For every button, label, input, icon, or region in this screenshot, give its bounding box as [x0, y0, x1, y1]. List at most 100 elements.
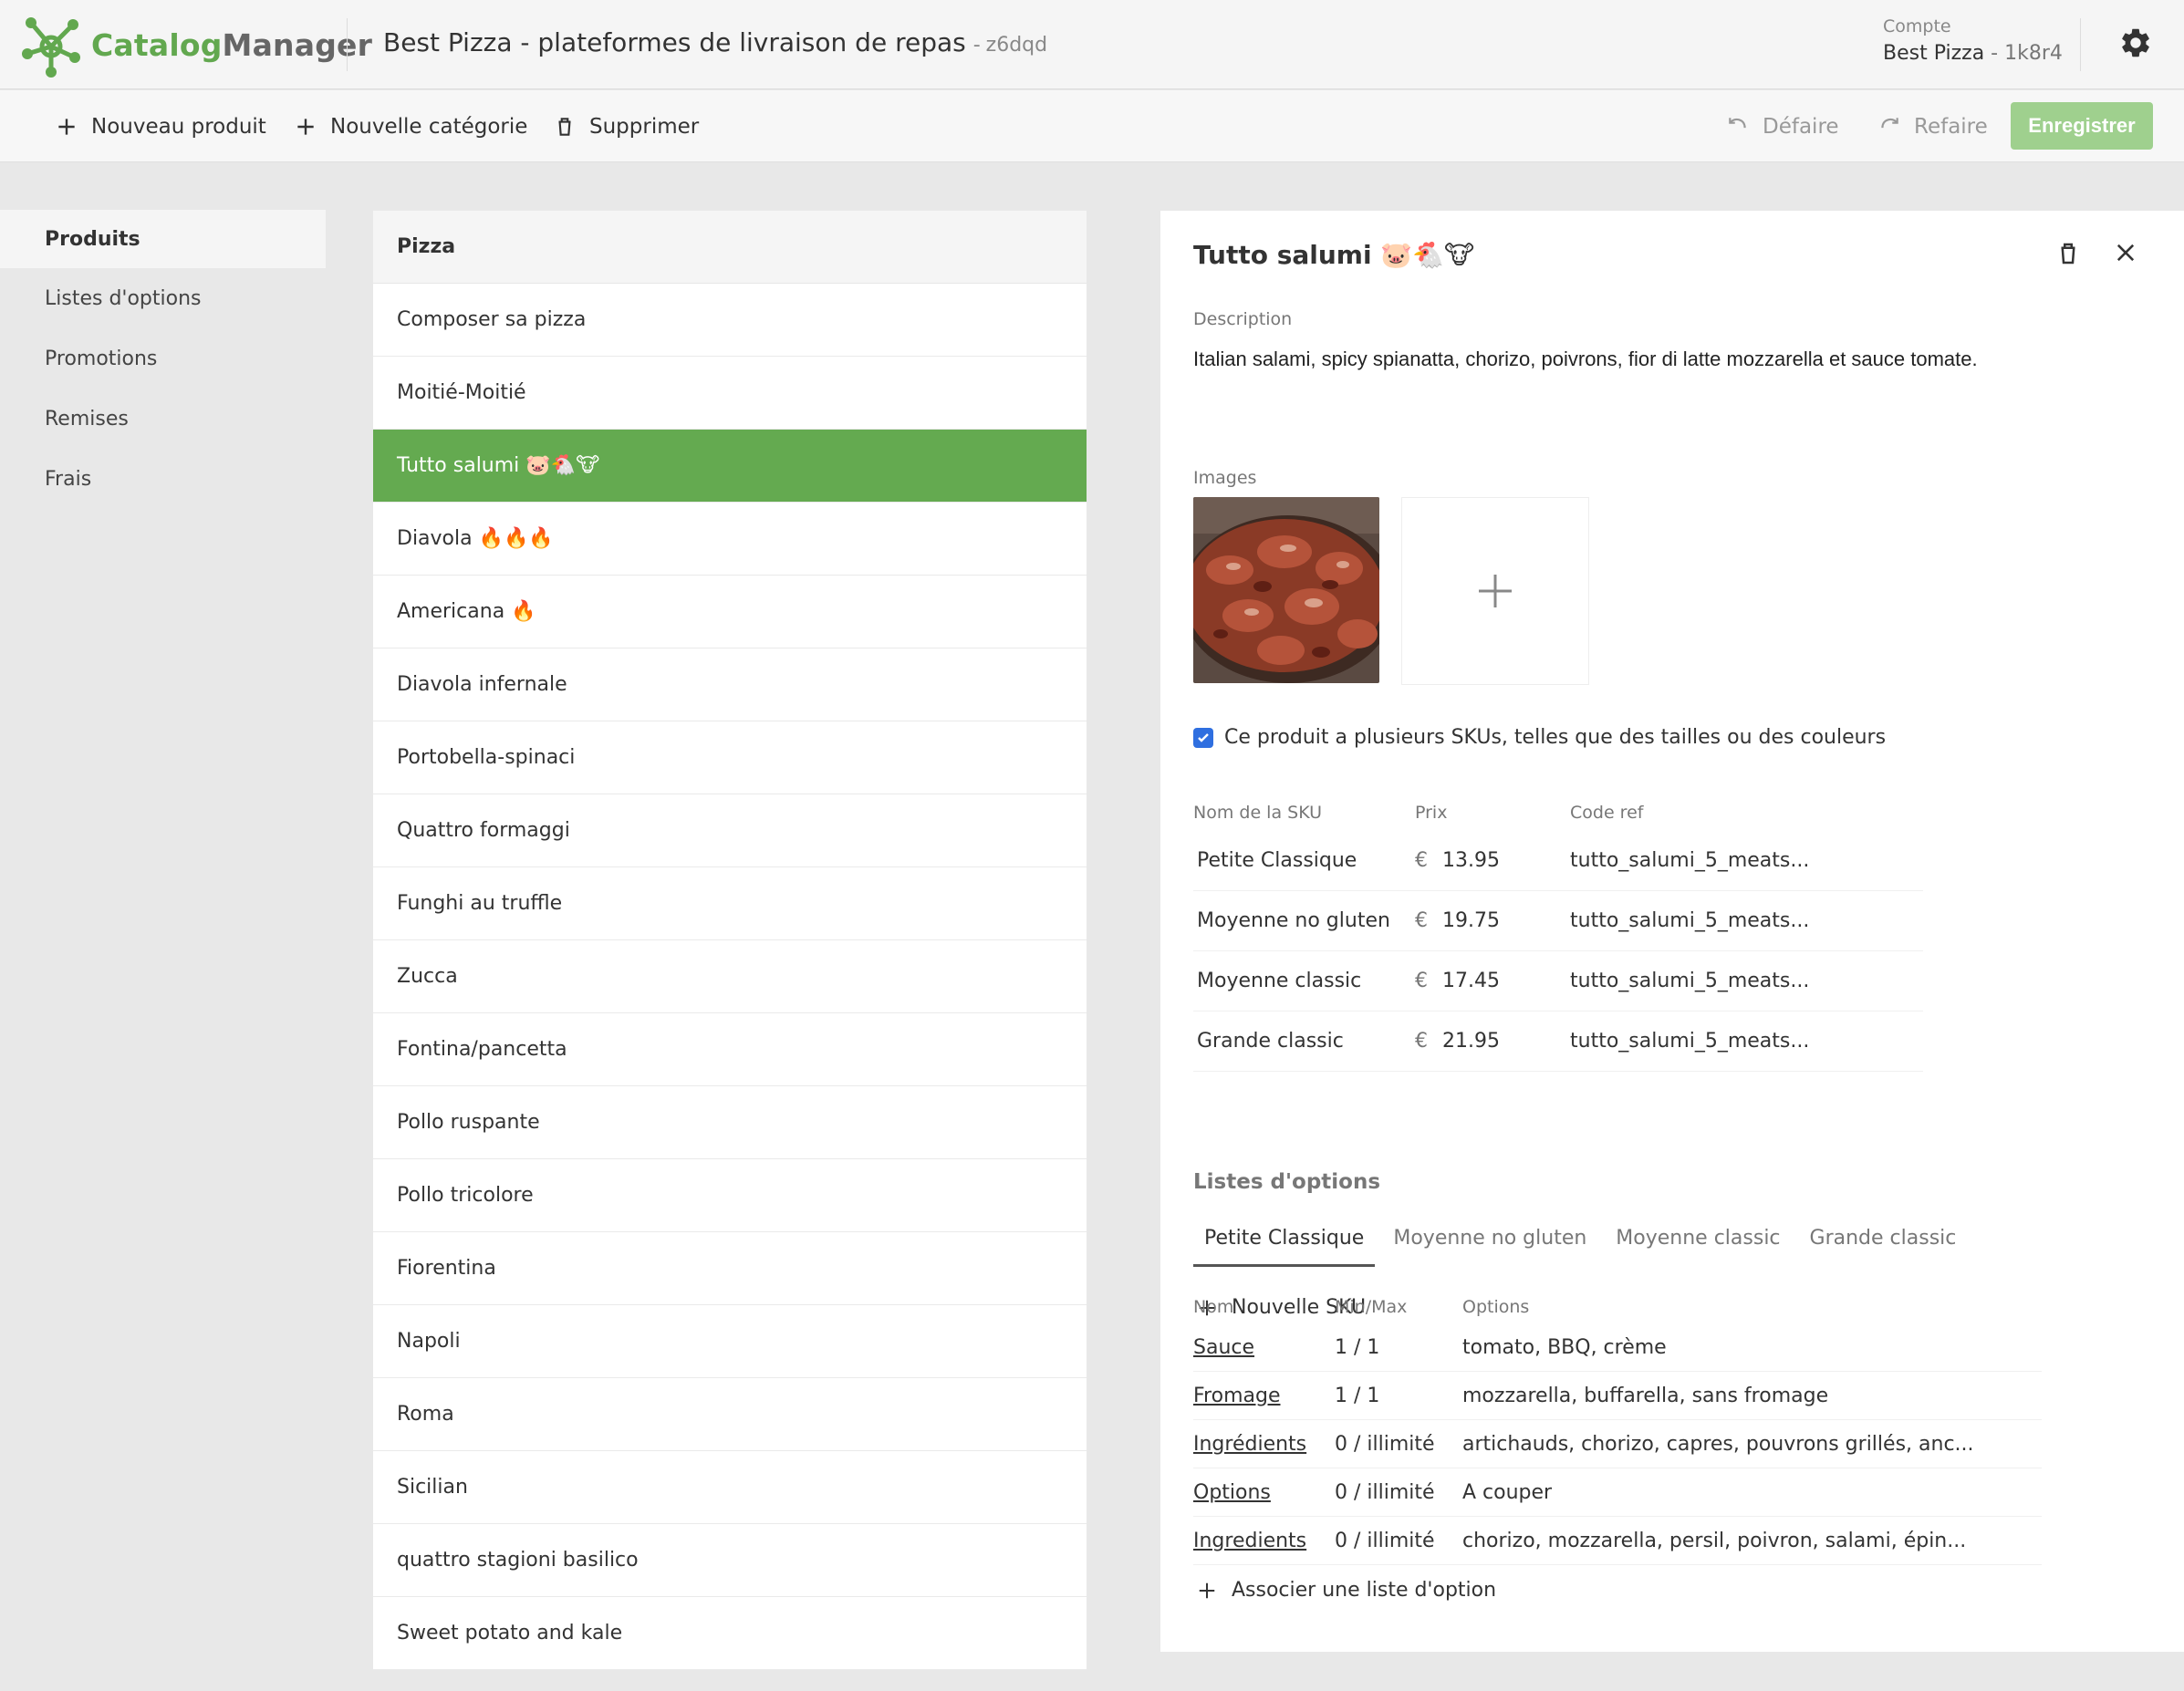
delete-label: Supprimer — [589, 114, 700, 139]
undo-label: Défaire — [1763, 114, 1839, 139]
product-item[interactable]: Napoli — [373, 1305, 1087, 1378]
product-item-selected[interactable]: Tutto salumi 🐷🐔🐮 — [373, 430, 1087, 503]
sidebar-item-fees[interactable]: Frais — [0, 449, 326, 509]
associate-option-list-label: Associer une liste d'option — [1232, 1579, 1497, 1602]
product-item[interactable]: Fiorentina — [373, 1232, 1087, 1305]
option-minmax: 0 / illimité — [1335, 1529, 1435, 1552]
product-item[interactable]: Zucca — [373, 940, 1087, 1013]
product-item[interactable]: quattro stagioni basilico — [373, 1524, 1087, 1597]
option-values: mozzarella, buffarella, sans fromage — [1462, 1384, 1829, 1407]
app-header: CatalogManager Best Pizza - plateformes … — [0, 0, 2184, 89]
option-lists-table: Nom Min/Max Options Sauce 1 / 1 tomato, … — [1193, 1291, 2042, 1565]
checkbox-checked-icon — [1193, 727, 1213, 748]
redo-label: Refaire — [1914, 114, 1988, 139]
save-button[interactable]: Enregistrer — [2011, 102, 2153, 150]
sku-ref-field[interactable]: tutto_salumi_5_meats... — [1570, 849, 1917, 872]
new-category-button[interactable]: Nouvelle catégorie — [294, 90, 527, 162]
product-item[interactable]: Fontina/pancetta — [373, 1013, 1087, 1086]
sku-table: Nom de la SKU Prix Code ref Petite Class… — [1193, 794, 1923, 1072]
currency-symbol: € — [1415, 909, 1428, 932]
sku-name-field[interactable]: Moyenne no gluten — [1193, 909, 1415, 932]
description-field[interactable]: Italian salami, spicy spianatta, chorizo… — [1193, 348, 1978, 371]
tab-moyenne-classic[interactable]: Moyenne classic — [1605, 1223, 1791, 1267]
sidebar-item-discounts[interactable]: Remises — [0, 389, 326, 449]
sku-table-header: Nom de la SKU Prix Code ref — [1193, 794, 1923, 831]
sku-name-field[interactable]: Grande classic — [1193, 1030, 1415, 1053]
product-item[interactable]: Diavola infernale — [373, 648, 1087, 721]
currency-symbol: € — [1415, 849, 1428, 872]
option-list-link[interactable]: Ingrédients — [1193, 1433, 1306, 1456]
sku-price-field[interactable]: €17.45 — [1415, 970, 1570, 992]
option-tabs: Petite Classique Moyenne no gluten Moyen… — [1193, 1223, 1974, 1267]
option-minmax-header: Min/Max — [1335, 1297, 1408, 1317]
currency-symbol: € — [1415, 970, 1428, 992]
plus-icon — [1479, 575, 1512, 607]
sidebar-item-promotions[interactable]: Promotions — [0, 328, 326, 389]
sku-ref-field[interactable]: tutto_salumi_5_meats... — [1570, 1030, 1917, 1053]
product-item[interactable]: Sicilian — [373, 1451, 1087, 1524]
account-switcher[interactable]: Compte Best Pizza - 1k8r4 — [1883, 16, 2063, 65]
trash-icon[interactable] — [2054, 238, 2082, 269]
sidebar-item-option-lists[interactable]: Listes d'options — [0, 268, 326, 328]
associate-option-list-button[interactable]: Associer une liste d'option — [1197, 1579, 1496, 1602]
product-item[interactable]: Composer sa pizza — [373, 284, 1087, 357]
sku-ref-field[interactable]: tutto_salumi_5_meats... — [1570, 970, 1917, 992]
logo[interactable]: CatalogManager — [20, 9, 372, 80]
sku-row: Grande classic €21.95 tutto_salumi_5_mea… — [1193, 1011, 1923, 1072]
tab-petite-classique[interactable]: Petite Classique — [1193, 1223, 1376, 1267]
account-value: Best Pizza - 1k8r4 — [1883, 42, 2063, 65]
tab-grande-classic[interactable]: Grande classic — [1799, 1223, 1968, 1267]
option-list-link[interactable]: Sauce — [1193, 1336, 1254, 1359]
option-values: A couper — [1462, 1480, 1553, 1504]
sku-ref-field[interactable]: tutto_salumi_5_meats... — [1570, 909, 1917, 932]
sku-price-field[interactable]: €21.95 — [1415, 1030, 1570, 1053]
product-item[interactable]: Moitié-Moitié — [373, 357, 1087, 430]
product-item[interactable]: Funghi au truffle — [373, 867, 1087, 940]
category-header[interactable]: Pizza — [373, 211, 1087, 284]
product-image[interactable] — [1193, 497, 1379, 683]
product-item[interactable]: Portobella-spinaci — [373, 721, 1087, 794]
store-name: Best Pizza - plateformes de livraison de… — [383, 27, 966, 57]
sku-row: Moyenne no gluten €19.75 tutto_salumi_5_… — [1193, 891, 1923, 951]
tab-moyenne-no-gluten[interactable]: Moyenne no gluten — [1382, 1223, 1597, 1267]
product-item[interactable]: Roma — [373, 1378, 1087, 1451]
product-item[interactable]: Quattro formaggi — [373, 794, 1087, 867]
new-product-button[interactable]: Nouveau produit — [55, 90, 266, 162]
redo-icon — [1881, 117, 1898, 128]
sku-price-field[interactable]: €19.75 — [1415, 909, 1570, 932]
product-item[interactable]: Pollo ruspante — [373, 1086, 1087, 1159]
logo-text: CatalogManager — [91, 26, 373, 63]
sku-price: 13.95 — [1442, 849, 1500, 872]
close-icon[interactable] — [2113, 240, 2138, 265]
sidebar-item-products[interactable]: Produits — [0, 210, 326, 268]
store-title: Best Pizza - plateformes de livraison de… — [383, 27, 1047, 57]
product-item[interactable]: Pollo tricolore — [373, 1159, 1087, 1232]
sku-price-field[interactable]: €13.95 — [1415, 849, 1570, 872]
sku-price: 21.95 — [1442, 1030, 1500, 1053]
delete-button[interactable]: Supprimer — [553, 90, 699, 162]
option-row: Fromage 1 / 1 mozzarella, buffarella, sa… — [1193, 1372, 2042, 1420]
sku-ref-header: Code ref — [1570, 803, 1644, 823]
add-image-button[interactable] — [1401, 497, 1589, 685]
option-list-link[interactable]: Ingredients — [1193, 1530, 1306, 1552]
option-minmax: 0 / illimité — [1335, 1432, 1435, 1456]
product-item[interactable]: Sweet potato and kale — [373, 1597, 1087, 1670]
sku-row: Moyenne classic €17.45 tutto_salumi_5_me… — [1193, 951, 1923, 1011]
option-list-link[interactable]: Fromage — [1193, 1385, 1281, 1407]
product-item[interactable]: Diavola 🔥🔥🔥 — [373, 503, 1087, 576]
sku-name-field[interactable]: Moyenne classic — [1193, 970, 1415, 992]
product-item[interactable]: Americana 🔥 — [373, 576, 1087, 648]
option-list-link[interactable]: Options — [1193, 1481, 1271, 1504]
multi-sku-checkbox[interactable]: Ce produit a plusieurs SKUs, telles que … — [1193, 726, 1886, 749]
redo-button[interactable]: Refaire — [1877, 90, 1988, 162]
store-code: z6dqd — [985, 34, 1048, 57]
account-name: Best Pizza — [1883, 42, 1985, 65]
sku-name-field[interactable]: Petite Classique — [1193, 849, 1415, 872]
account-code: 1k8r4 — [2004, 42, 2063, 65]
toolbar: Nouveau produit Nouvelle catégorie Suppr… — [0, 90, 2184, 162]
gear-icon[interactable] — [2118, 26, 2153, 60]
currency-symbol: € — [1415, 1030, 1428, 1053]
product-list: Pizza Composer sa pizza Moitié-Moitié Tu… — [373, 211, 1087, 1670]
option-options-header: Options — [1462, 1297, 1530, 1317]
undo-button[interactable]: Défaire — [1726, 90, 1839, 162]
